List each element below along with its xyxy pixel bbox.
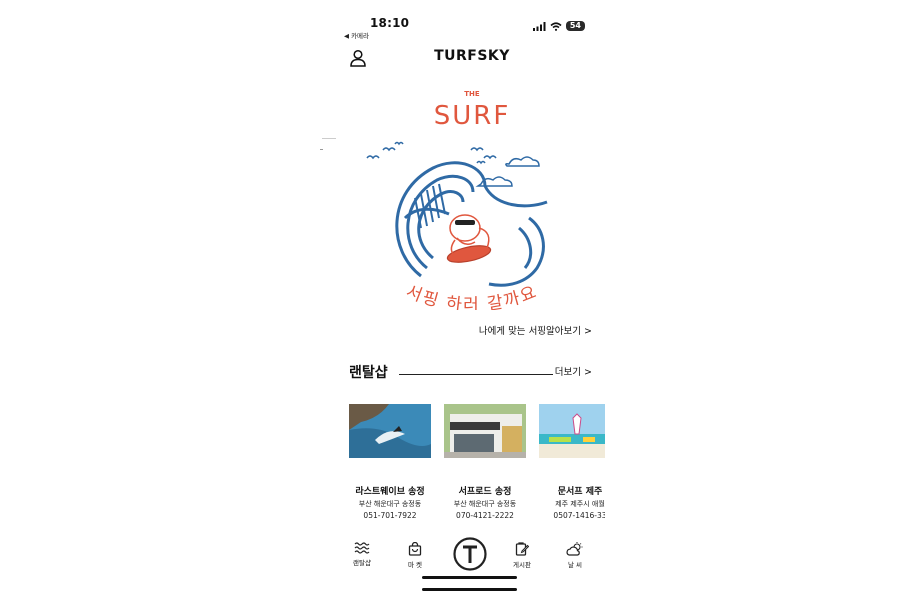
- shop-photo: [539, 404, 605, 458]
- svg-text:서핑 하러 갈까요: 서핑 하러 갈까요: [403, 282, 541, 310]
- status-time: 18:10: [370, 16, 410, 30]
- stray-mark: [322, 138, 336, 139]
- nav-home[interactable]: [450, 536, 490, 574]
- home-t-icon: [453, 537, 487, 571]
- surf-wave-illustration: 서핑 하러 갈까요: [366, 141, 548, 310]
- nav-label: 날 씨: [567, 561, 583, 569]
- shop-photo: [349, 404, 431, 458]
- shop-card[interactable]: 문서프 제주 제주 제주시 애월 0507-1416-33: [539, 404, 605, 520]
- shop-address: 부산 해운대구 송정동: [453, 500, 517, 508]
- nav-label: 게시판: [513, 561, 531, 569]
- shop-address: 제주 제주시 애월: [555, 500, 605, 508]
- phone-screen: 18:10 ◀ 카메라 54 TURFSKY THE SURF 서핑 하러 갈까…: [339, 0, 605, 600]
- nav-market[interactable]: 마 켓: [395, 536, 435, 569]
- wifi-icon: [550, 21, 562, 31]
- more-link[interactable]: 더보기 >: [555, 364, 592, 378]
- brand-logo[interactable]: TURFSKY: [339, 48, 605, 64]
- shop-name: 라스트웨이브 송정: [355, 487, 425, 497]
- nav-rental[interactable]: 랜탈샵: [342, 536, 382, 567]
- shop-phone: 051-701-7922: [363, 511, 417, 520]
- shop-card[interactable]: 라스트웨이브 송정 부산 해운대구 송정동 051-701-7922: [349, 404, 431, 520]
- home-indicator[interactable]: [422, 576, 517, 579]
- hero-the-text: THE: [464, 90, 480, 98]
- stray-mark: [320, 149, 323, 150]
- back-to-camera-link[interactable]: ◀ 카메라: [344, 30, 369, 40]
- waves-icon: [354, 542, 370, 554]
- shop-phone: 070-4121-2222: [456, 511, 514, 520]
- nav-board[interactable]: 게시판: [502, 536, 542, 569]
- shop-card[interactable]: 서프로드 송정 부산 해운대구 송정동 070-4121-2222: [444, 404, 526, 520]
- signal-icon: [532, 21, 546, 31]
- nav-weather[interactable]: 날 씨: [555, 536, 595, 569]
- surf-quiz-link[interactable]: 나에게 맞는 서핑알아보기 >: [479, 323, 592, 337]
- hero-surf-text: SURF: [433, 101, 511, 131]
- battery-indicator: 54: [565, 21, 585, 31]
- shop-name: 서프로드 송정: [458, 487, 512, 497]
- bottom-nav: 랜탈샵 마 켓 게시판 날 씨: [339, 536, 605, 576]
- status-icons: 54: [532, 21, 585, 31]
- nav-label: 랜탈샵: [353, 559, 371, 567]
- shopping-bag-icon: [408, 542, 422, 556]
- section-title: 랜탈샵: [349, 365, 388, 381]
- home-indicator-secondary: [422, 588, 517, 591]
- edit-board-icon: [515, 542, 529, 556]
- weather-icon: [566, 542, 583, 556]
- section-divider: [399, 374, 553, 375]
- shop-list: 라스트웨이브 송정 부산 해운대구 송정동 051-701-7922 서프로드 …: [349, 404, 605, 524]
- shop-photo: [444, 404, 526, 458]
- nav-label: 마 켓: [407, 561, 423, 569]
- shop-name: 문서프 제주: [557, 487, 603, 497]
- hero-surf-illustration: THE SURF 서핑 하러 갈까요: [359, 88, 585, 310]
- shop-address: 부산 해운대구 송정동: [358, 500, 422, 508]
- shop-phone: 0507-1416-33: [553, 511, 605, 520]
- hero-arc-text: 서핑 하러 갈까요: [403, 282, 539, 310]
